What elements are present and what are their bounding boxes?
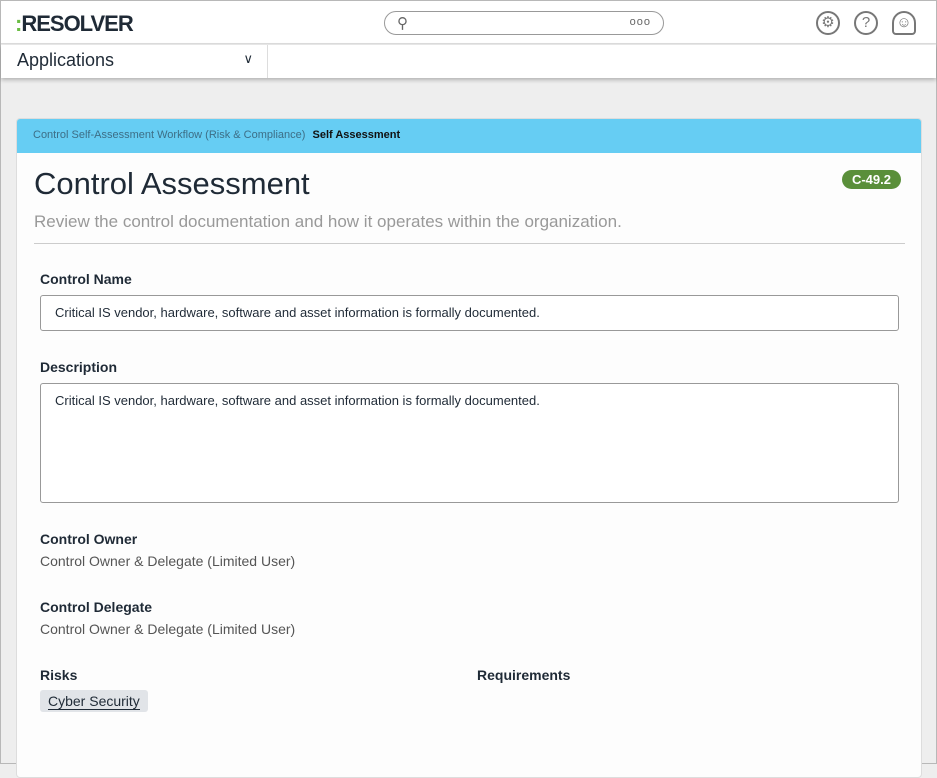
breadcrumb-parent[interactable]: Control Self-Assessment Workflow (Risk &… bbox=[33, 129, 305, 141]
status-badge: C-49.2 bbox=[841, 170, 901, 189]
breadcrumb-current: Self Assessment bbox=[312, 129, 401, 141]
control-name-input[interactable]: Critical IS vendor, hardware, software a… bbox=[40, 295, 899, 331]
description-textarea[interactable]: Critical IS vendor, hardware, software a… bbox=[40, 383, 899, 503]
control-delegate-label: Control Delegate bbox=[40, 599, 153, 615]
description-label: Description bbox=[40, 359, 118, 375]
control-name-label: Control Name bbox=[40, 271, 132, 287]
gear-icon[interactable]: ⚙ bbox=[816, 11, 840, 35]
control-delegate-value: Control Owner & Delegate (Limited User) bbox=[40, 621, 296, 637]
control-owner-value: Control Owner & Delegate (Limited User) bbox=[40, 553, 296, 569]
risks-label: Risks bbox=[40, 667, 78, 683]
applications-dropdown[interactable]: Applications ∨ bbox=[1, 45, 268, 78]
search-input[interactable]: ⚲ ooo bbox=[384, 11, 664, 35]
assessment-card: Control Self-Assessment Workflow (Risk &… bbox=[16, 118, 922, 778]
user-icon[interactable]: ☺ bbox=[892, 11, 916, 35]
search-icon: ⚲ bbox=[397, 15, 408, 32]
applications-label: Applications bbox=[17, 50, 115, 70]
nav-bar: Applications ∨ bbox=[1, 45, 936, 78]
breadcrumb: Control Self-Assessment Workflow (Risk &… bbox=[17, 119, 921, 153]
help-icon[interactable]: ? bbox=[854, 11, 878, 35]
page-title: Control Assessment bbox=[34, 166, 310, 201]
requirements-label: Requirements bbox=[477, 667, 571, 683]
top-bar: :RESOLVER ⚲ ooo ⚙ ? ☺ bbox=[1, 1, 936, 44]
risk-tag[interactable]: Cyber Security bbox=[40, 690, 148, 712]
page-subtitle: Review the control documentation and how… bbox=[34, 212, 622, 231]
chevron-down-icon: ∨ bbox=[243, 51, 253, 66]
divider bbox=[34, 243, 905, 244]
resolver-logo[interactable]: :RESOLVER bbox=[15, 11, 134, 37]
control-owner-label: Control Owner bbox=[40, 531, 138, 547]
risk-tag-label: Cyber Security bbox=[48, 693, 140, 710]
search-options-icon[interactable]: ooo bbox=[630, 16, 651, 28]
